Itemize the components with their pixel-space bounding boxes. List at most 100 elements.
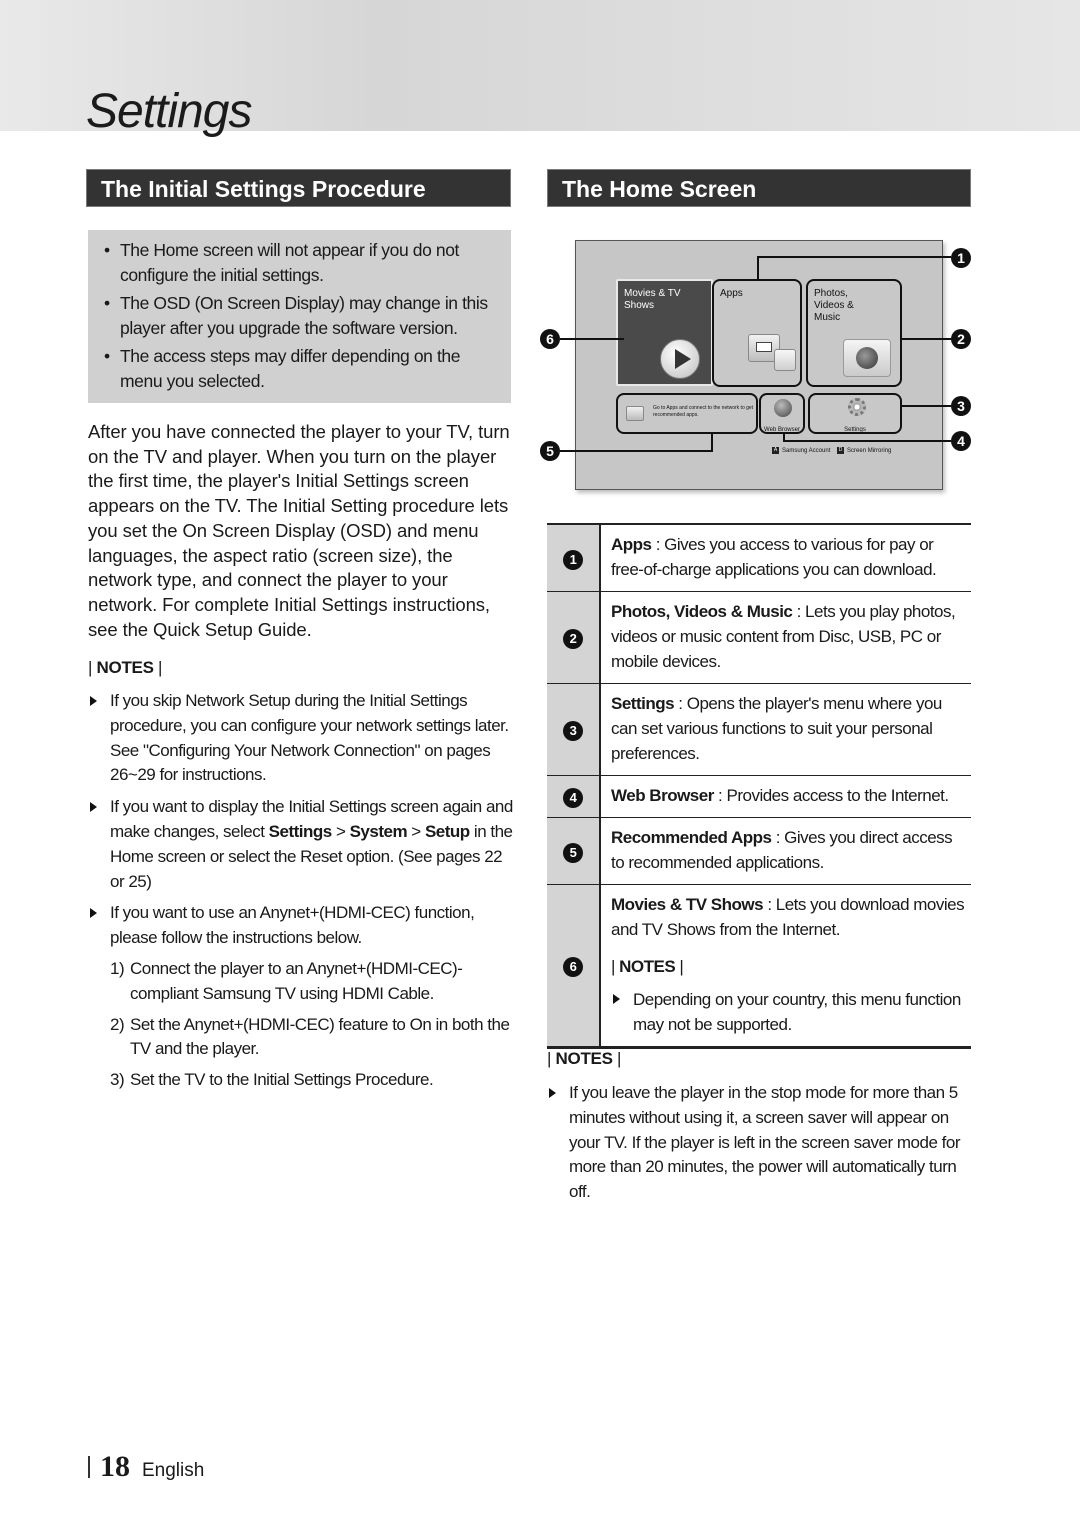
tile-movies-tv-shows: Movies & TV Shows [616,279,713,386]
footer-label: Samsung Account [782,448,831,455]
step-item: 1) Connect the player to an Anynet+(HDMI-… [110,957,513,1007]
table-row: 4 Web Browser : Provides access to the I… [547,775,971,818]
tile-photos-videos-music: Photos, Videos & Music [806,279,902,387]
footer-label: Screen Mirroring [847,448,892,455]
callout-line [560,450,712,452]
chapter-title: Settings [86,85,252,138]
home-screen-legend-table: 1 Apps : Gives you access to various for… [547,523,971,1049]
gear-icon [848,398,866,416]
row-description: : Provides access to the Internet. [713,786,949,805]
callout-line [901,338,951,340]
tile-label: Photos, Videos & Music [814,288,854,323]
tile-settings: Settings [808,393,902,434]
tile-label: Web Browser [764,427,800,433]
notes-label-text: NOTES [555,1049,613,1068]
menu-path-settings: Settings [268,821,333,841]
callout-line [902,405,951,407]
callout-2: 2 [951,329,971,349]
camera-icon [843,339,891,377]
tile-label: Apps [720,288,743,299]
row-term: Photos, Videos & Music [611,602,793,621]
row-term: Movies & TV Shows [611,895,764,914]
globe-icon [774,399,792,417]
play-icon [660,339,700,379]
callout-line [783,440,951,442]
note-item: Depending on your country, this menu fun… [611,987,965,1037]
step-text: Set the Anynet+(HDMI-CEC) feature to On … [130,1014,510,1059]
note-text: If you leave the player in the stop mode… [569,1083,960,1202]
tile-label: Go to Apps and connect to the network to… [653,405,754,418]
note-text: If you want to use an Anynet+(HDMI-CEC) … [110,903,475,948]
notes-list: If you leave the player in the stop mode… [547,1081,977,1212]
path-separator: > [331,821,350,841]
step-item: 2) Set the Anynet+(HDMI-CEC) feature to O… [110,1013,513,1063]
table-row: 5 Recommended Apps : Gives you direct ac… [547,817,971,885]
row-number-badge: 5 [563,842,583,863]
tile-label: Movies & TV Shows [624,288,681,311]
footer-divider [88,1456,90,1478]
notes-label-text: NOTES [96,658,154,677]
caution-box: The Home screen will not appear if you d… [88,230,511,403]
notes-label: | NOTES | [611,957,684,976]
note-item: If you skip Network Setup during the Ini… [88,689,513,788]
triangle-bullet-icon [90,802,97,813]
menu-path-setup: Setup [424,821,470,841]
row-number-badge: 4 [563,788,583,808]
notes-label: | NOTES | [88,658,163,677]
tile-web-browser: Web Browser [759,393,805,434]
apps-icon [626,406,644,421]
callout-line [560,338,624,340]
row-term: Apps [611,535,652,554]
triangle-bullet-icon [549,1088,556,1098]
screen-footer: A Samsung Account D Screen Mirroring [772,447,891,454]
row-number-badge: 3 [563,721,583,741]
table-row: 1 Apps : Gives you access to various for… [547,523,971,592]
step-text: Connect the player to an Anynet+(HDMI-CE… [130,958,463,1003]
row-number-badge: 6 [563,957,583,977]
callout-4: 4 [951,431,971,451]
key-a-icon: A [772,447,779,454]
note-item: If you leave the player in the stop mode… [547,1081,977,1205]
triangle-bullet-icon [90,908,97,919]
step-number: 3) [110,1070,125,1090]
callout-5: 5 [540,441,560,461]
caution-item: The access steps may differ depending on… [104,344,499,394]
path-separator: > [407,821,425,841]
intro-paragraph: After you have connected the player to y… [88,421,510,640]
table-row: 2 Photos, Videos & Music : Lets you play… [547,591,971,684]
home-screen-figure: Movies & TV Shows Apps Photos, Videos & … [575,240,943,490]
table-row: 6 Movies & TV Shows : Lets you download … [547,884,971,1048]
step-text: Set the TV to the Initial Settings Proce… [130,1070,434,1090]
page-footer: 18 English [88,1450,204,1484]
callout-1: 1 [951,248,971,268]
row-term: Web Browser [611,786,714,805]
steps-list: 1) Connect the player to an Anynet+(HDMI-… [110,957,513,1093]
notes-label-text: NOTES [619,957,676,976]
tile-apps: Apps [712,279,802,387]
caution-item: The OSD (On Screen Display) may change i… [104,291,499,341]
note-item: If you want to display the Initial Setti… [88,795,513,894]
callout-line [757,256,951,258]
notes-list: If you skip Network Setup during the Ini… [88,689,513,1100]
callout-line [783,432,785,442]
row-number-badge: 1 [563,549,583,570]
callout-line [757,256,759,281]
note-text: Depending on your country, this menu fun… [633,990,961,1034]
tile-label: Settings [844,427,866,433]
callout-3: 3 [951,396,971,416]
triangle-bullet-icon [613,994,620,1004]
callout-line [711,432,713,452]
key-d-icon: D [837,447,845,454]
row-description: : Gives you access to various for pay or… [611,535,937,579]
step-number: 2) [110,1014,125,1034]
step-item: 3) Set the TV to the Initial Settings Pro… [110,1068,513,1093]
caution-item: The Home screen will not appear if you d… [104,238,499,288]
section-title-home-screen: The Home Screen [547,169,971,207]
table-row: 3 Settings : Opens the player's menu whe… [547,683,971,776]
page-number: 18 [100,1450,130,1483]
row-term: Recommended Apps [611,828,772,847]
step-number: 1) [110,958,125,978]
tile-recommended-apps: Go to Apps and connect to the network to… [616,393,758,434]
note-text: If you skip Network Setup during the Ini… [110,691,509,785]
note-item: If you want to use an Anynet+(HDMI-CEC) … [88,901,513,1093]
